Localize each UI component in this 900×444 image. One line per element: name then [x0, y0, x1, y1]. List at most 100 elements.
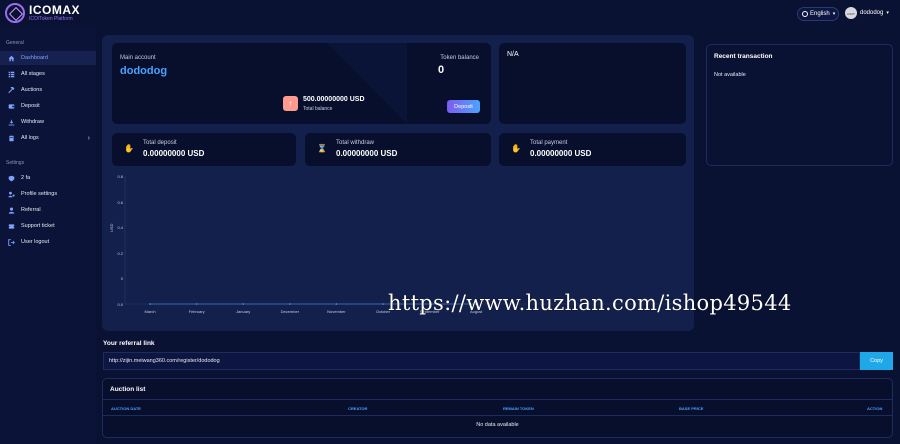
- arrow-up-icon: ↑: [283, 96, 298, 111]
- sidebar-item-label: Dashboard: [21, 55, 48, 61]
- x-tick-label: February: [188, 309, 205, 314]
- avatar: user: [845, 7, 857, 19]
- sidebar-item-label: Profile settings: [21, 191, 58, 197]
- column-action: ACTION: [867, 406, 883, 411]
- sidebar-item-auctions[interactable]: Auctions: [0, 83, 96, 97]
- referral-link-input[interactable]: [103, 352, 860, 370]
- data-point: [289, 303, 291, 305]
- main-account-label: Main account: [120, 55, 156, 61]
- y-tick-label: 0: [120, 276, 123, 282]
- auction-table-header: AUCTION DATE CREATOR REMAIN TOKEN BASE P…: [103, 399, 892, 416]
- sidebar-item-label: All logs: [21, 135, 39, 141]
- sidebar-item-deposit[interactable]: Deposit: [0, 99, 96, 113]
- home-icon: [8, 55, 15, 61]
- chevron-right-icon: ›: [87, 134, 90, 142]
- column-remain-token: REMAIN TOKEN: [503, 406, 534, 411]
- column-creator: CREATOR: [348, 406, 368, 411]
- total-payment-card: ✋ Total payment 0.00000000 USD: [499, 133, 686, 166]
- copy-button[interactable]: Copy: [860, 352, 893, 370]
- sidebar-item-label: 2 fa: [21, 175, 31, 181]
- language-label: English: [810, 11, 830, 17]
- x-tick-label: November: [327, 309, 346, 314]
- sidebar-item-2fa[interactable]: 2 fa: [0, 171, 96, 185]
- hand-money-icon: ✋: [124, 144, 134, 153]
- watermark-text: https://www.huzhan.com/ishop49544: [388, 291, 792, 315]
- book-icon: [9, 135, 14, 141]
- hourglass-icon: ⌛: [317, 144, 327, 153]
- data-point: [335, 303, 338, 305]
- account-card: Main account dododog Token balance 0 ↑ 5…: [112, 43, 491, 124]
- total-deposit-card: ✋ Total deposit 0.00000000 USD: [112, 133, 296, 166]
- y-tick-label: 0.6: [117, 199, 123, 205]
- logo[interactable]: ICOMAX ICO/Token Platform: [5, 3, 80, 23]
- username-label: dododog: [860, 10, 884, 16]
- deposit-button[interactable]: Deposit: [447, 100, 480, 113]
- token-balance-value: 0: [438, 64, 445, 76]
- gavel-icon: [8, 86, 15, 93]
- download-icon: [8, 119, 15, 125]
- x-tick-label: December: [280, 309, 300, 314]
- total-deposit-value: 0.00000000 USD: [143, 149, 205, 158]
- total-withdraw-value: 0.00000000 USD: [336, 149, 398, 158]
- top-bar: ICOMAX ICO/Token Platform English ▾ user…: [0, 0, 900, 27]
- wallet-icon: [8, 103, 15, 109]
- logout-icon: [8, 238, 15, 246]
- recent-transaction-title: Recent transaction: [714, 53, 773, 60]
- na-card: N/A: [499, 43, 686, 124]
- column-base-price: BASE PRICE: [679, 406, 704, 411]
- column-auction-date: AUCTION DATE: [111, 406, 141, 411]
- x-tick-label: March: [144, 309, 156, 314]
- globe-icon: [802, 11, 808, 17]
- total-balance-value: 500.00000000 USD: [303, 96, 365, 103]
- sidebar-item-all-stages[interactable]: All stages: [0, 67, 96, 81]
- hand-money-icon: ✋: [511, 144, 521, 153]
- sidebar-item-label: Withdraw: [21, 119, 44, 125]
- user-menu[interactable]: user dododog ▾: [845, 7, 889, 19]
- account-username: dododog: [120, 65, 168, 77]
- data-point: [242, 303, 244, 305]
- sidebar: General Dashboard All stages Auctions De…: [0, 27, 96, 444]
- user-icon: [8, 207, 15, 214]
- users-cog-icon: [8, 191, 15, 197]
- sidebar-item-all-logs[interactable]: All logs ›: [0, 131, 96, 145]
- logo-icon: [5, 3, 25, 23]
- y-tick-label: 0.4: [117, 225, 123, 231]
- auction-list: Auction list AUCTION DATE CREATOR REMAIN…: [102, 378, 893, 438]
- y-tick-label: 0.8: [117, 174, 123, 179]
- list-icon: [8, 71, 15, 77]
- total-withdraw-label: Total withdraw: [336, 140, 375, 146]
- sidebar-item-profile-settings[interactable]: Profile settings: [0, 187, 96, 201]
- shield-icon: [8, 175, 15, 181]
- sidebar-item-user-logout[interactable]: User logout: [0, 235, 96, 249]
- sidebar-item-label: Auctions: [21, 87, 43, 93]
- sidebar-item-label: Deposit: [21, 103, 40, 109]
- total-payment-value: 0.00000000 USD: [530, 149, 592, 158]
- chevron-down-icon: ▾: [886, 10, 889, 16]
- sidebar-item-support-ticket[interactable]: Support ticket: [0, 219, 96, 233]
- sidebar-item-withdraw[interactable]: Withdraw: [0, 115, 96, 129]
- language-select[interactable]: English ▾: [797, 7, 839, 21]
- y-tick-label: 0.0: [117, 302, 123, 307]
- total-deposit-label: Total deposit: [143, 140, 177, 146]
- sidebar-item-label: Referral: [21, 207, 41, 213]
- token-balance-label: Token balance: [440, 55, 479, 61]
- section-label-settings: Settings: [6, 160, 25, 166]
- brand-subtitle: ICO/Token Platform: [29, 16, 73, 22]
- recent-transaction-card: Recent transaction Not available: [706, 44, 893, 166]
- sidebar-item-dashboard[interactable]: Dashboard: [0, 51, 96, 65]
- sidebar-item-referral[interactable]: Referral: [0, 203, 96, 217]
- total-balance-label: Total balance: [303, 106, 333, 112]
- recent-transaction-empty: Not available: [714, 72, 746, 78]
- brand-name: ICOMAX: [29, 3, 80, 17]
- referral-link-title: Your referral link: [103, 340, 155, 347]
- total-withdraw-card: ⌛ Total withdraw 0.00000000 USD: [305, 133, 491, 166]
- total-payment-label: Total payment: [530, 140, 568, 146]
- section-label-general: General: [6, 40, 24, 46]
- y-tick-label: 0.2: [117, 250, 123, 256]
- data-point: [382, 303, 384, 305]
- x-tick-label: January: [236, 309, 251, 314]
- sidebar-item-label: All stages: [21, 71, 45, 77]
- auction-list-title: Auction list: [110, 386, 146, 393]
- data-point: [195, 303, 198, 305]
- auction-empty-message: No data available: [476, 422, 519, 428]
